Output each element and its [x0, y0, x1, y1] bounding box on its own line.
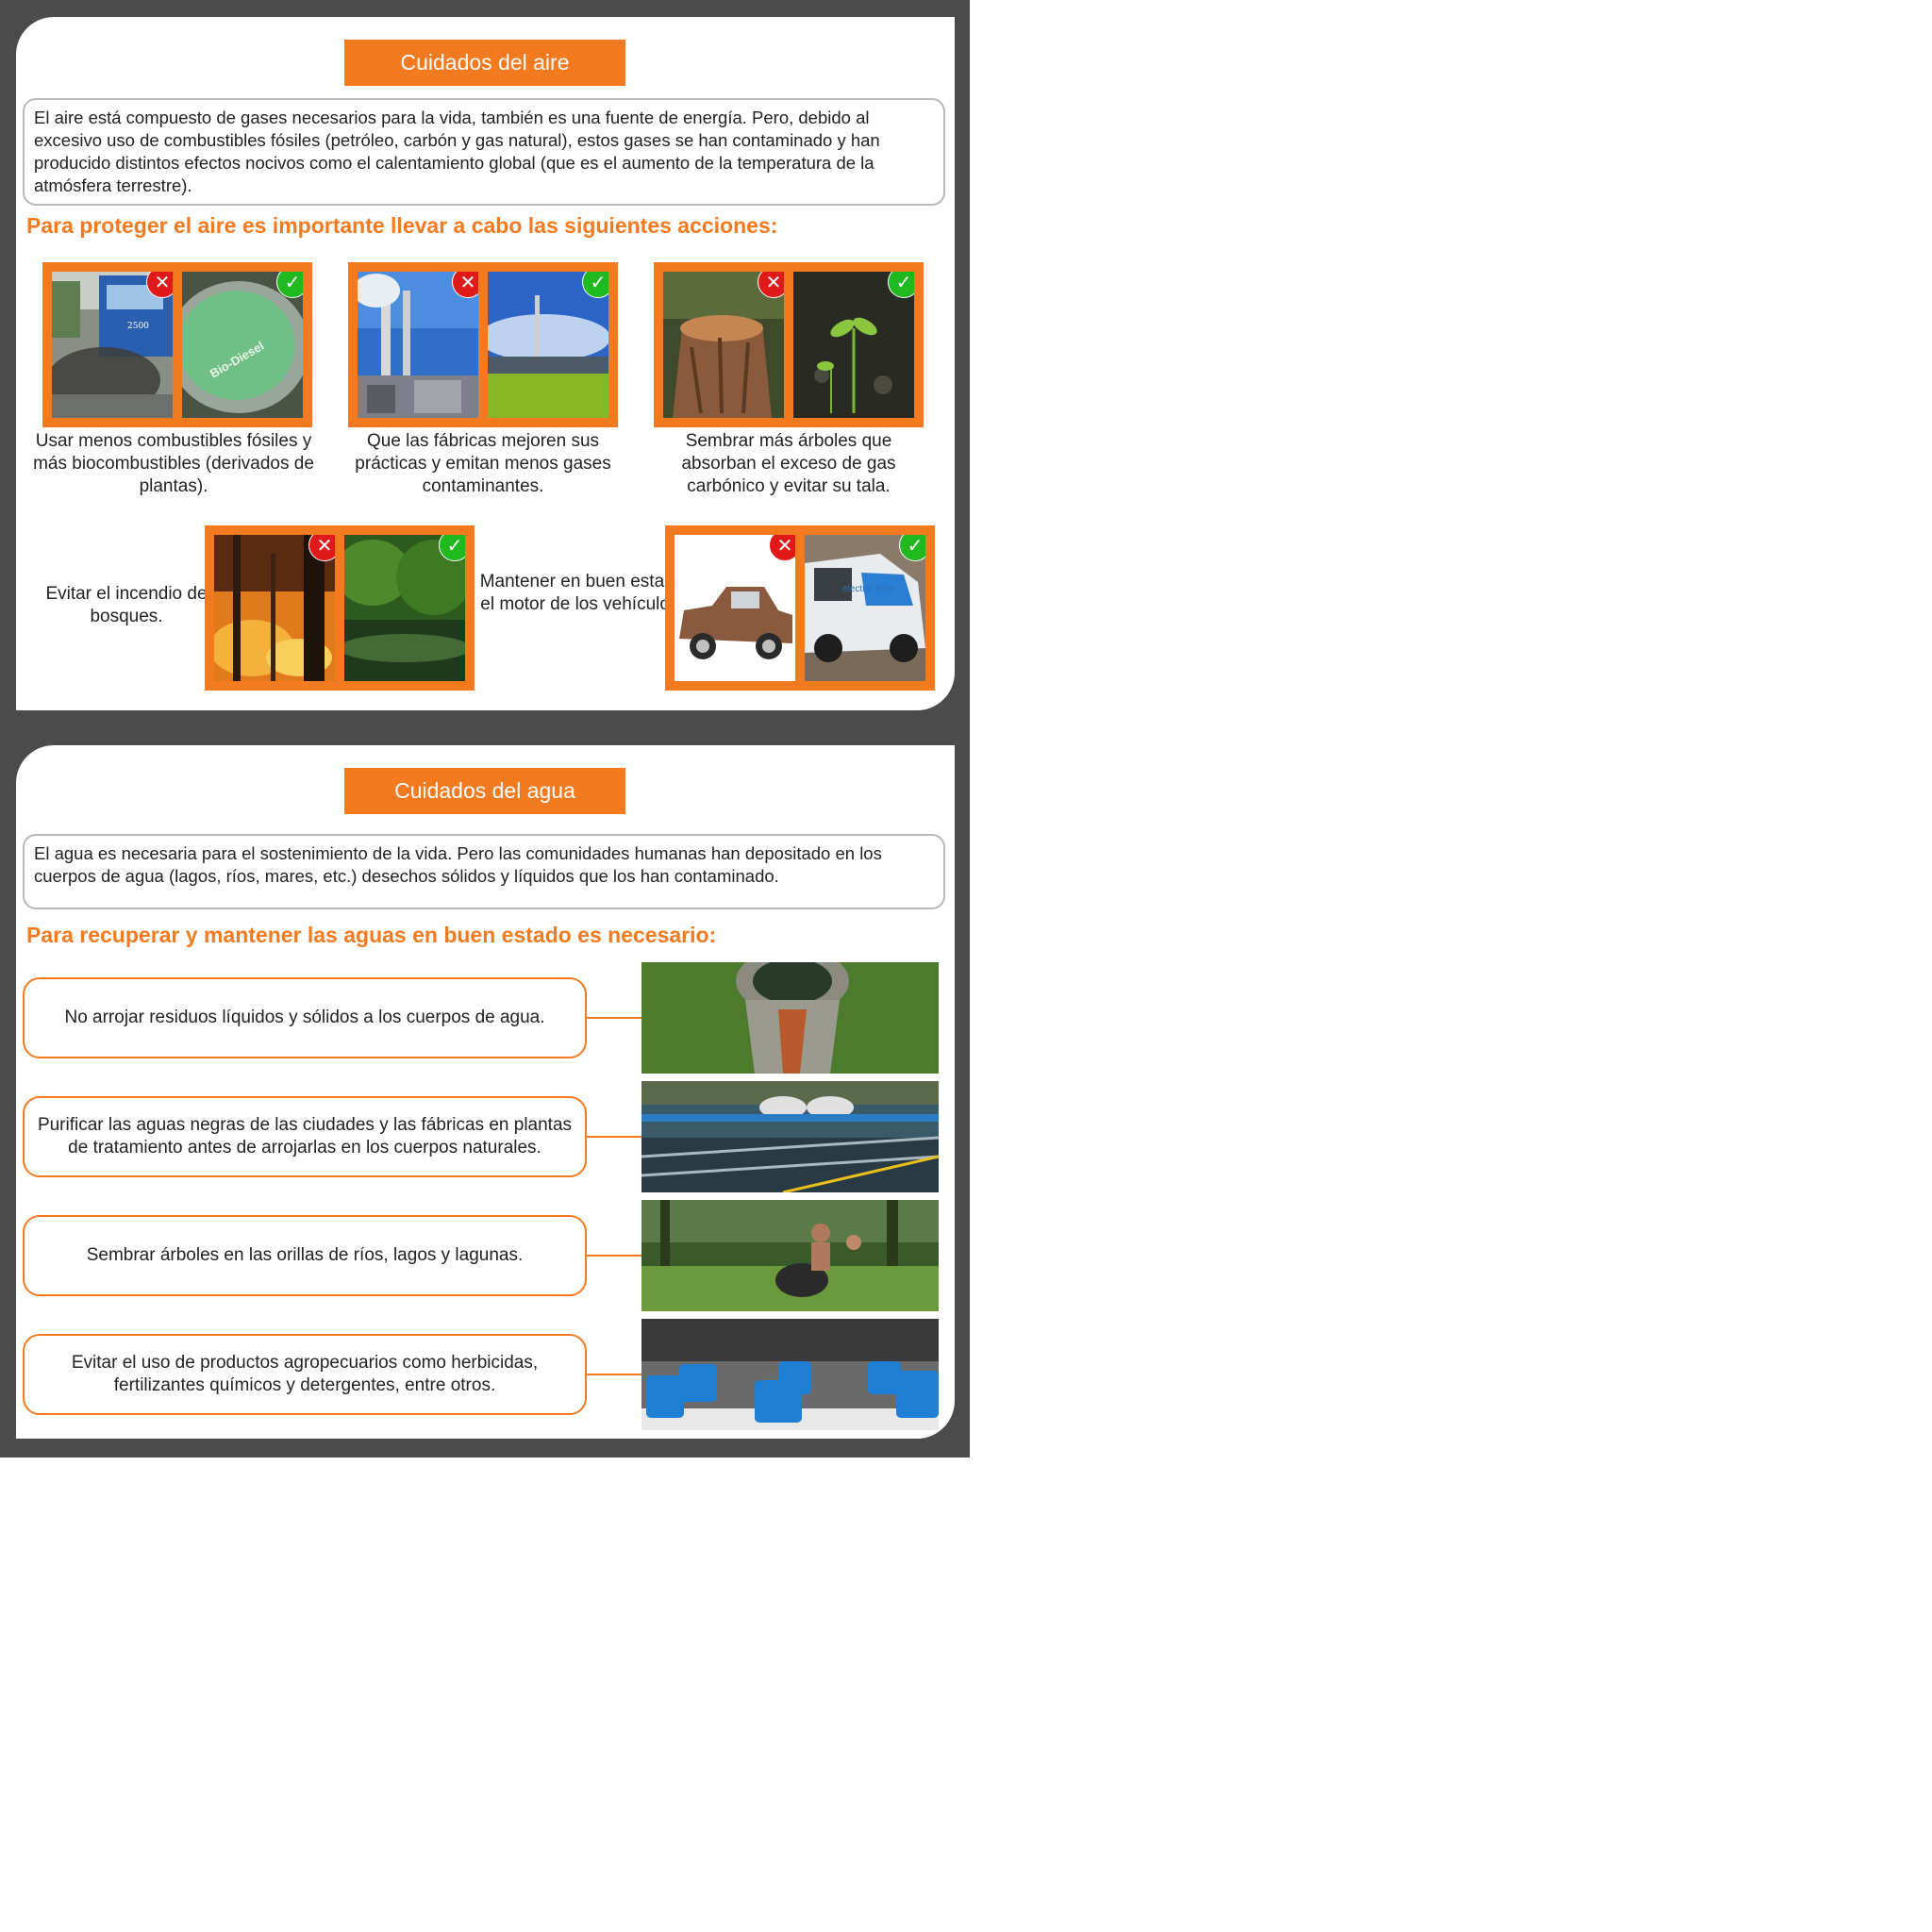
- bus-exhaust-photo: 2500 ✕: [52, 272, 173, 418]
- water-action-4: Evitar el uso de productos agropecuarios…: [23, 1334, 587, 1415]
- factory-images: ✕ ✓: [348, 262, 618, 427]
- water-action-3: Sembrar árboles en las orillas de ríos, …: [23, 1215, 587, 1296]
- treatment-plant-photo: [641, 1081, 939, 1192]
- connector-line: [587, 1374, 641, 1375]
- tree-stump-photo: ✕: [663, 272, 784, 418]
- forest-images: ✕ ✓: [205, 525, 475, 691]
- page-frame: Cuidados del aire El aire está compuesto…: [0, 0, 970, 1457]
- fire-caption: Evitar el incendio de bosques.: [45, 584, 208, 626]
- tree-caption: Sembrar más árboles que absorban el exce…: [681, 431, 896, 496]
- seedling-photo: ✓: [793, 272, 914, 418]
- chemical-bottles-photo: [641, 1319, 939, 1430]
- rusty-car-photo: ✕: [675, 535, 795, 681]
- air-title: Cuidados del aire: [344, 40, 625, 86]
- air-section: Cuidados del aire El aire está compuesto…: [16, 17, 955, 710]
- connector-line: [587, 1136, 641, 1138]
- biodiesel-photo: Bio-Diesel ✓: [182, 272, 303, 418]
- clean-factory-photo: ✓: [488, 272, 608, 418]
- drain-pipe-photo: [641, 962, 939, 1074]
- healthy-forest-photo: ✓: [344, 535, 465, 681]
- water-section: Cuidados del agua El agua es necesaria p…: [16, 745, 955, 1439]
- connector-line: [587, 1017, 641, 1019]
- forest-fire-photo: ✕: [214, 535, 335, 681]
- water-action-2: Purificar las aguas negras de las ciudad…: [23, 1096, 587, 1177]
- connector-line: [587, 1255, 641, 1257]
- water-intro: El agua es necesaria para el sostenimien…: [23, 834, 945, 909]
- svg-text:2500: 2500: [127, 322, 149, 331]
- tree-images: ✕ ✓: [654, 262, 924, 427]
- water-title: Cuidados del agua: [344, 768, 625, 814]
- air-intro: El aire está compuesto de gases necesari…: [23, 98, 945, 206]
- fuel-images: 2500 ✕ Bio-Diesel ✓: [42, 262, 312, 427]
- vehicle-caption: Mantener en buen estado el motor de los …: [479, 572, 685, 614]
- polluting-factory-photo: ✕: [358, 272, 478, 418]
- factory-caption: Que las fábricas mejoren sus prácticas y…: [355, 431, 611, 496]
- svg-text:electric drive: electric drive: [842, 584, 896, 594]
- air-subtitle: Para proteger el aire es importante llev…: [26, 213, 778, 238]
- vehicle-images: ✕ electric drive ✓: [665, 525, 935, 691]
- water-subtitle: Para recuperar y mantener las aguas en b…: [26, 923, 717, 947]
- fuel-caption: Usar menos combustibles fósiles y más bi…: [33, 431, 314, 496]
- water-action-1: No arrojar residuos líquidos y sólidos a…: [23, 977, 587, 1058]
- electric-car-photo: electric drive ✓: [805, 535, 925, 681]
- riverbank-photo: [641, 1200, 939, 1311]
